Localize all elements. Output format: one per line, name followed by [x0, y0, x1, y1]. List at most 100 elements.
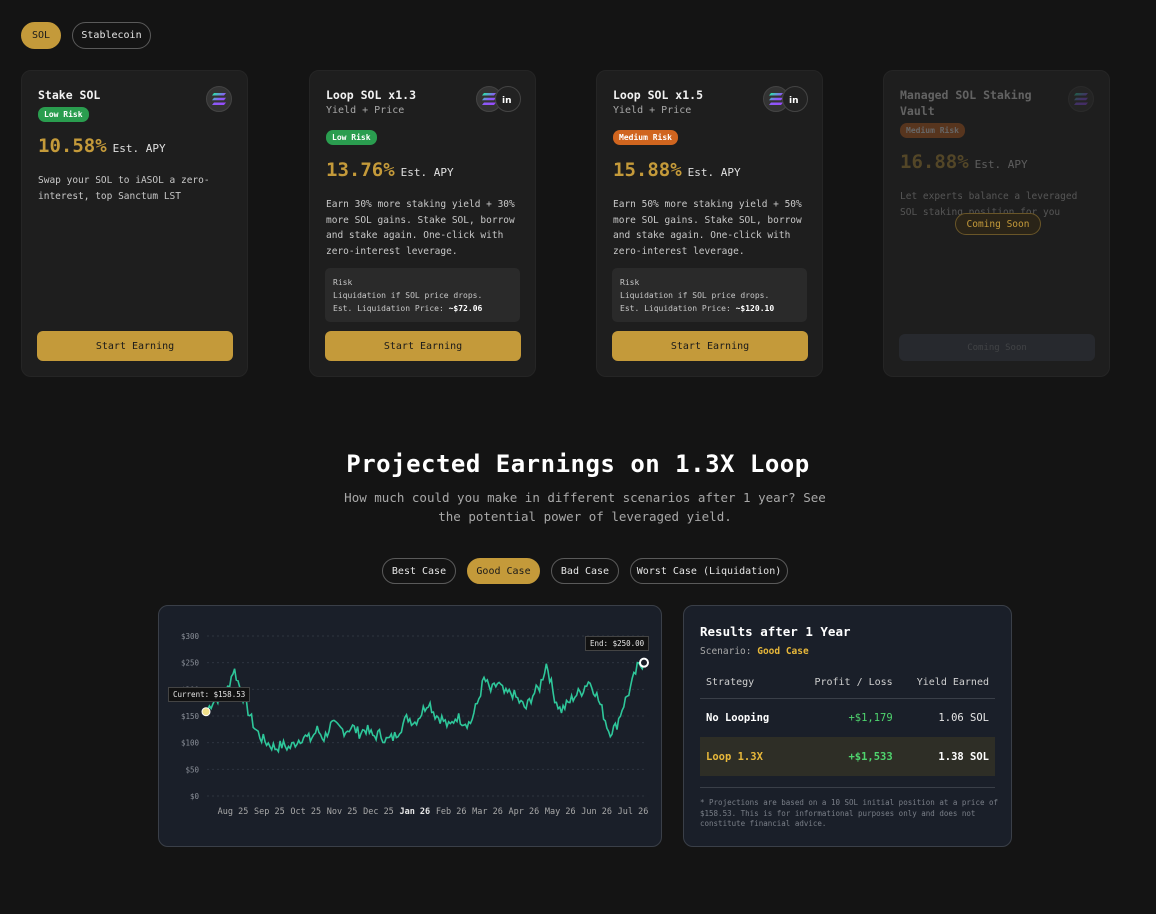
card-loop-sol-1-5: Loop SOL x1.5 Yield + Price in Medium Ri… — [596, 70, 823, 377]
y-tick-label: $100 — [181, 739, 200, 748]
liquidation-price: Est. Liquidation Price: ~$72.06 — [333, 304, 483, 313]
lst-icon: in — [495, 86, 521, 112]
x-tick-label: Jan 26 — [399, 807, 430, 817]
card-loop-sol-1-3: Loop SOL x1.3 Yield + Price in Low Risk … — [309, 70, 536, 377]
liquidation-price: Est. Liquidation Price: ~$120.10 — [620, 304, 775, 313]
apy: 15.88% Est. APY — [613, 159, 741, 181]
apy-value: 13.76% — [326, 159, 395, 181]
lst-icon: in — [782, 86, 808, 112]
card-title: Managed SOL Staking Vault — [900, 88, 1032, 118]
header-strategy: Strategy — [700, 668, 791, 699]
scenario-best-case[interactable]: Best Case — [382, 558, 456, 584]
y-tick-label: $0 — [190, 792, 200, 801]
x-tick-label: Oct 25 — [290, 807, 321, 817]
scenario-good-case[interactable]: Good Case — [467, 558, 540, 584]
card-subtitle: Yield + Price — [613, 105, 692, 116]
apy: 10.58% Est. APY — [38, 135, 166, 157]
results-divider — [700, 787, 995, 788]
card-description: Earn 50% more staking yield + 50% more S… — [613, 199, 802, 257]
coming-soon-button: Coming Soon — [899, 334, 1095, 361]
x-tick-label: May 26 — [545, 807, 576, 817]
card-title: Loop SOL x1.5 — [613, 88, 704, 102]
x-tick-label: Mar 26 — [472, 807, 503, 817]
card-description: Earn 30% more staking yield + 30% more S… — [326, 199, 515, 257]
y-tick-label: $150 — [181, 712, 200, 721]
series-line — [205, 661, 645, 754]
x-tick-label: Sep 25 — [254, 807, 285, 817]
scenario-value: Good Case — [757, 646, 809, 657]
end-price-label: End: $250.00 — [585, 636, 650, 651]
solana-icon — [1068, 86, 1094, 112]
x-tick-label: Jun 26 — [581, 807, 612, 817]
risk-box: Risk Liquidation if SOL price drops. Est… — [325, 268, 520, 322]
apy-label: Est. APY — [974, 158, 1028, 171]
risk-box: Risk Liquidation if SOL price drops. Est… — [612, 268, 807, 322]
liquidation-value: ~$120.10 — [735, 304, 775, 313]
risk-badge: Medium Risk — [613, 130, 678, 145]
card-subtitle: Yield + Price — [326, 105, 405, 116]
risk-badge: Low Risk — [38, 107, 89, 122]
projection-subtitle: How much could you make in different sce… — [344, 490, 826, 524]
apy: 13.76% Est. APY — [326, 159, 454, 181]
card-title: Stake SOL — [38, 88, 101, 102]
apy-value: 15.88% — [613, 159, 682, 181]
y-tick-label: $300 — [181, 632, 200, 641]
risk-text: Liquidation if SOL price drops. — [620, 291, 770, 300]
risk-badge: Low Risk — [326, 130, 377, 145]
risk-badge: Medium Risk — [900, 123, 965, 138]
solana-icon — [206, 86, 232, 112]
risk-title: Risk — [333, 278, 353, 287]
header-yield: Yield Earned — [892, 668, 995, 699]
apy-value: 16.88% — [900, 151, 969, 173]
start-earning-button[interactable]: Start Earning — [37, 331, 233, 361]
scenario-worst-case[interactable]: Worst Case (Liquidation) — [630, 558, 788, 584]
start-earning-button[interactable]: Start Earning — [325, 331, 521, 361]
apy-label: Est. APY — [400, 166, 454, 179]
results-scenario: Scenario: Good Case — [700, 646, 809, 657]
results-table: Strategy Profit / Loss Yield Earned No L… — [700, 668, 995, 776]
table-row-highlighted: Loop 1.3X +$1,533 1.38 SOL — [700, 737, 995, 776]
coming-soon-badge: Coming Soon — [955, 213, 1041, 235]
x-tick-label: Jul 26 — [618, 807, 649, 817]
yield-cell: 1.38 SOL — [892, 737, 995, 776]
chart-panel: $300$250$200$150$100$50$0 Aug 25Sep 25Oc… — [158, 605, 662, 847]
header-profit: Profit / Loss — [790, 668, 893, 699]
results-panel: Results after 1 Year Scenario: Good Case… — [683, 605, 1012, 847]
svg-text:in: in — [502, 96, 512, 105]
x-tick-label: Feb 26 — [436, 807, 467, 817]
x-tick-label: Aug 25 — [218, 807, 249, 817]
disclaimer: * Projections are based on a 10 SOL init… — [700, 798, 999, 828]
current-point — [201, 707, 211, 717]
apy-value: 10.58% — [38, 135, 107, 157]
card-managed-vault: Managed SOL Staking Vault Medium Risk 16… — [883, 70, 1110, 377]
x-tick-label: Dec 25 — [363, 807, 394, 817]
start-earning-button[interactable]: Start Earning — [612, 331, 808, 361]
liquidation-value: ~$72.06 — [448, 304, 483, 313]
strategy-cell: Loop 1.3X — [700, 737, 791, 776]
results-title: Results after 1 Year — [700, 624, 851, 639]
risk-title: Risk — [620, 278, 640, 287]
strategy-cell: No Looping — [706, 711, 770, 724]
y-tick-label: $250 — [181, 659, 200, 668]
yield-cell: 1.06 SOL — [938, 711, 989, 724]
svg-text:in: in — [789, 96, 799, 105]
projection-title: Projected Earnings on 1.3X Loop — [346, 450, 810, 478]
current-price-label: Current: $158.53 — [168, 687, 251, 702]
scenario-bad-case[interactable]: Bad Case — [551, 558, 619, 584]
card-stake-sol: Stake SOL Low Risk 10.58% Est. APY Swap … — [21, 70, 248, 377]
x-tick-label: Apr 26 — [509, 807, 540, 817]
tab-sol[interactable]: SOL — [21, 22, 61, 49]
x-tick-label: Nov 25 — [327, 807, 358, 817]
card-description: Swap your SOL to iASOL a zero-interest, … — [38, 175, 210, 202]
apy: 16.88% Est. APY — [900, 151, 1028, 173]
y-tick-label: $50 — [185, 765, 199, 774]
profit-cell: +$1,533 — [790, 737, 893, 776]
risk-text: Liquidation if SOL price drops. — [333, 291, 483, 300]
apy-label: Est. APY — [687, 166, 741, 179]
apy-label: Est. APY — [112, 142, 166, 155]
profit-cell: +$1,179 — [848, 711, 893, 724]
card-title: Loop SOL x1.3 — [326, 88, 417, 102]
tab-stablecoin[interactable]: Stablecoin — [72, 22, 151, 49]
end-point — [639, 657, 649, 668]
table-row: No Looping +$1,179 1.06 SOL — [700, 698, 995, 737]
